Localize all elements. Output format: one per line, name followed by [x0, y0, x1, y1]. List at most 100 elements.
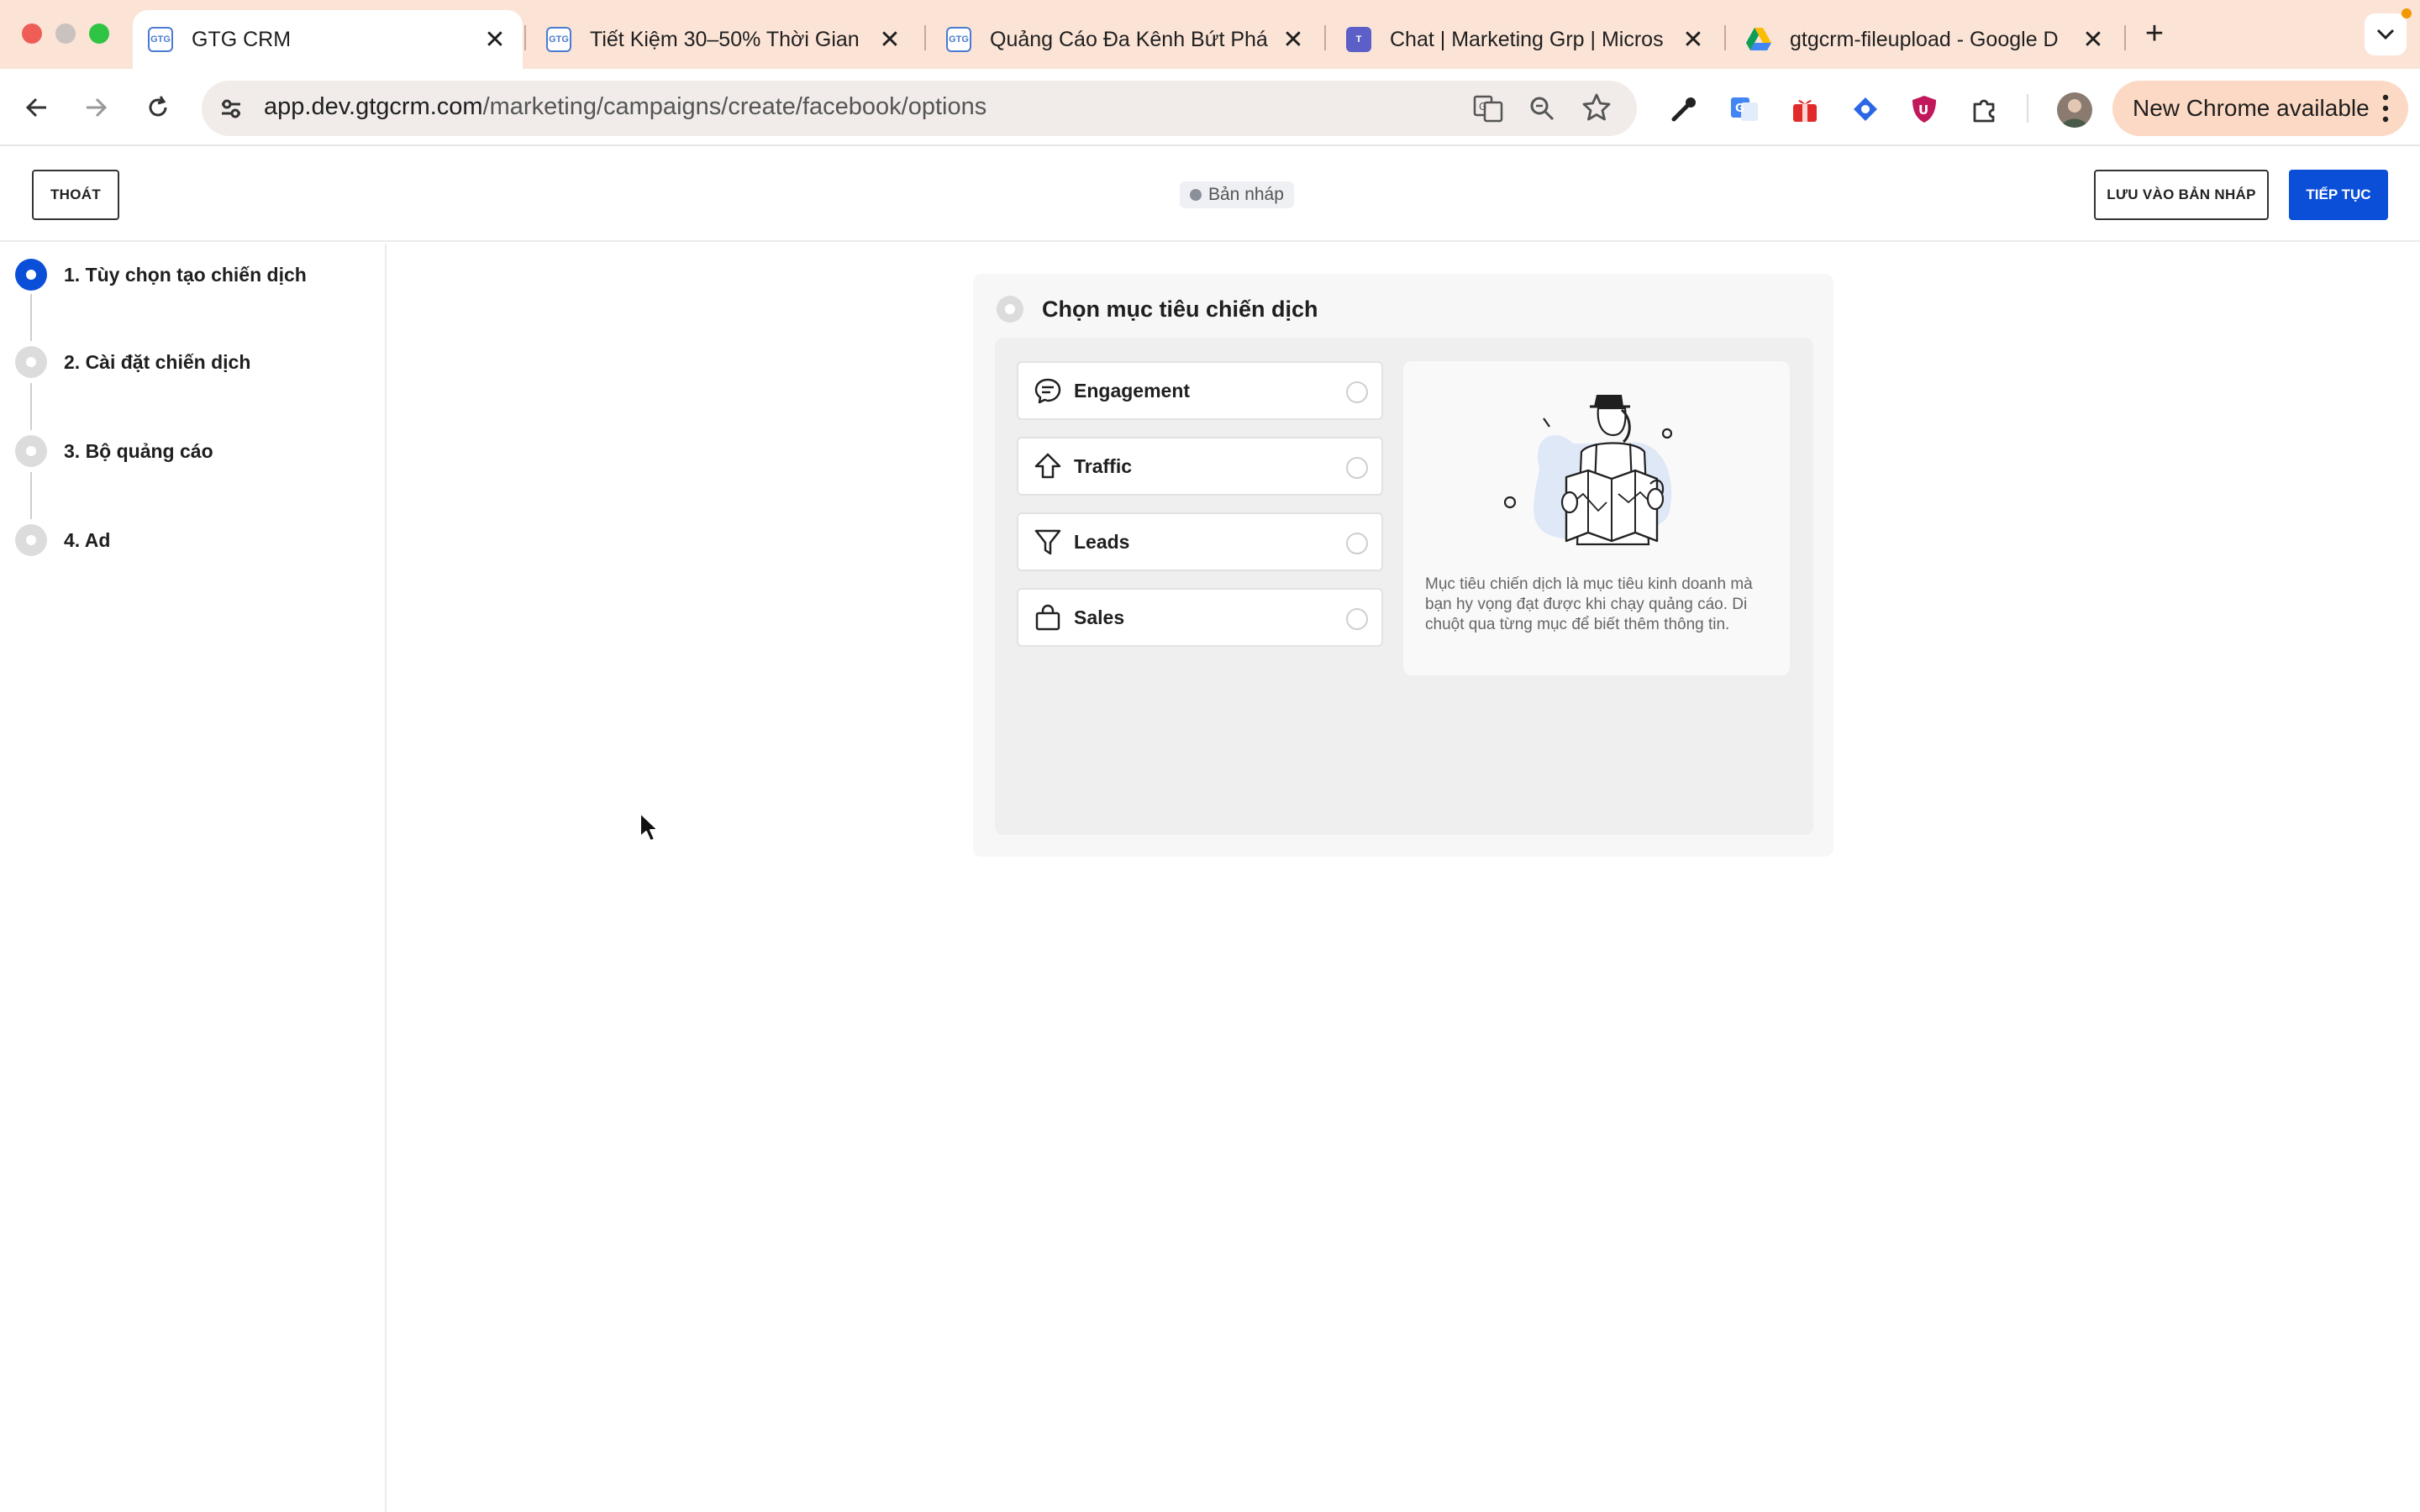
- option-radio[interactable]: [1346, 457, 1368, 479]
- eyedropper-extension-icon[interactable]: [1667, 92, 1701, 126]
- browser-tab[interactable]: gtgcrm-fileupload - Google D ✕: [1731, 10, 2121, 69]
- arrow-up-icon: [1034, 452, 1062, 480]
- close-tab-icon[interactable]: ✕: [1281, 25, 1306, 55]
- back-button[interactable]: [17, 87, 57, 128]
- objective-description: Mục tiêu chiến dịch là mục tiêu kinh doa…: [1425, 575, 1753, 633]
- step-connector: [30, 383, 32, 430]
- notification-dot: [2402, 8, 2412, 18]
- gtg-logo-icon: GTG: [148, 27, 173, 52]
- close-window-button[interactable]: [22, 24, 42, 44]
- section-indicator: [997, 296, 1023, 323]
- google-translate-extension-icon[interactable]: G: [1728, 92, 1761, 126]
- card-header: Chọn mục tiêu chiến dịch: [997, 296, 1318, 323]
- tab-title: Chat | Marketing Grp | Micros: [1390, 27, 1664, 51]
- kebab-menu-icon[interactable]: [2381, 92, 2390, 124]
- browser-tab[interactable]: GTG Quảng Cáo Đa Kênh Bứt Phá ✕: [931, 10, 1321, 69]
- objective-option-engagement[interactable]: Engagement: [1017, 361, 1383, 420]
- tab-title: Quảng Cáo Đa Kênh Bứt Phá: [990, 27, 1268, 51]
- step-sidebar: 1. Tùy chọn tạo chiến dịch 2. Cài đặt ch…: [0, 244, 387, 1512]
- url-text: app.dev.gtgcrm.com/marketing/campaigns/c…: [264, 93, 986, 121]
- forward-button[interactable]: [76, 87, 116, 128]
- new-chrome-label: New Chrome available: [2133, 95, 2370, 121]
- funnel-icon: [1034, 528, 1062, 556]
- maximize-window-button[interactable]: [89, 24, 109, 44]
- tab-title: gtgcrm-fileupload - Google D: [1790, 27, 2059, 51]
- status-label: Bản nháp: [1208, 185, 1284, 204]
- continue-button[interactable]: TIẾP TỤC: [2289, 170, 2388, 220]
- status-dot: [1190, 189, 1202, 201]
- option-label: Traffic: [1074, 454, 1133, 477]
- browser-tab[interactable]: GTG GTG CRM ✕: [133, 10, 523, 69]
- objective-info-panel: Mục tiêu chiến dịch là mục tiêu kinh doa…: [1403, 361, 1790, 675]
- person-reading-map-illustration: [1503, 395, 1673, 546]
- extensions-puzzle-icon[interactable]: [1968, 92, 2002, 126]
- objective-option-sales[interactable]: Sales: [1017, 588, 1383, 647]
- reload-button[interactable]: [138, 87, 178, 128]
- arrow-left-icon: [25, 97, 46, 118]
- new-chrome-available-button[interactable]: New Chrome available: [2112, 81, 2408, 136]
- card-title: Chọn mục tiêu chiến dịch: [1042, 296, 1318, 322]
- teams-icon: T: [1346, 27, 1371, 52]
- svg-text:G: G: [1479, 101, 1486, 113]
- tab-separator: [924, 25, 926, 50]
- objective-option-traffic[interactable]: Traffic: [1017, 437, 1383, 496]
- browser-tab[interactable]: T Chat | Marketing Grp | Micros ✕: [1331, 10, 1721, 69]
- step-indicator: [15, 259, 47, 291]
- tab-separator: [524, 25, 526, 50]
- shopping-bag-icon: [1034, 603, 1062, 632]
- step-item[interactable]: 4. Ad: [15, 524, 110, 556]
- save-draft-button[interactable]: LƯU VÀO BẢN NHÁP: [2094, 170, 2269, 220]
- step-connector: [30, 472, 32, 519]
- close-tab-icon[interactable]: ✕: [2081, 25, 2106, 55]
- close-tab-icon[interactable]: ✕: [482, 25, 508, 55]
- objective-option-leads[interactable]: Leads: [1017, 512, 1383, 571]
- step-connector: [30, 294, 32, 341]
- app-header: THOÁT Bản nháp LƯU VÀO BẢN NHÁP TIẾP TỤC: [0, 148, 2420, 242]
- step-item[interactable]: 1. Tùy chọn tạo chiến dịch: [15, 259, 307, 291]
- exit-button[interactable]: THOÁT: [32, 170, 119, 220]
- option-label: Sales: [1074, 606, 1125, 628]
- option-radio[interactable]: [1346, 608, 1368, 630]
- tab-title: Tiết Kiệm 30–50% Thời Gian: [590, 27, 860, 51]
- option-radio[interactable]: [1346, 381, 1368, 403]
- minimize-window-button[interactable]: [55, 24, 76, 44]
- gift-extension-icon[interactable]: [1788, 92, 1822, 126]
- url-host: app.dev.gtgcrm.com: [264, 93, 483, 120]
- toolbar-divider: [2027, 94, 2028, 123]
- objective-panel: Engagement Traffic Leads Sales Mục tiêu …: [995, 338, 1813, 835]
- status-badge: Bản nháp: [1180, 181, 1294, 208]
- tab-separator: [2124, 25, 2126, 50]
- tab-separator: [1324, 25, 1326, 50]
- gtg-logo-icon: GTG: [946, 27, 971, 52]
- campaign-objective-card: Chọn mục tiêu chiến dịch Engagement Traf…: [973, 274, 1833, 857]
- step-label: 3. Bộ quảng cáo: [64, 439, 213, 462]
- step-label: 1. Tùy chọn tạo chiến dịch: [64, 263, 307, 286]
- chevron-down-icon: [2376, 29, 2395, 40]
- close-tab-icon[interactable]: ✕: [1681, 25, 1706, 55]
- mouse-cursor-icon: [639, 812, 659, 842]
- tab-search-button[interactable]: [2365, 13, 2407, 55]
- tab-separator: [1724, 25, 1726, 50]
- tag-extension-icon[interactable]: [1849, 92, 1882, 126]
- browser-tab[interactable]: GTG Tiết Kiệm 30–50% Thời Gian ✕: [531, 10, 918, 69]
- step-indicator: [15, 435, 47, 467]
- close-tab-icon[interactable]: ✕: [877, 25, 902, 55]
- step-item[interactable]: 3. Bộ quảng cáo: [15, 435, 213, 467]
- zoom-icon[interactable]: [1528, 94, 1556, 123]
- translate-icon[interactable]: G: [1472, 92, 1504, 124]
- profile-avatar[interactable]: [2057, 92, 2092, 128]
- new-tab-button[interactable]: +: [2138, 17, 2171, 50]
- bookmark-star-icon[interactable]: [1581, 92, 1612, 123]
- arrow-right-icon: [87, 97, 108, 118]
- google-drive-icon: [1746, 27, 1771, 52]
- chat-bubble-icon: [1034, 376, 1062, 405]
- step-item[interactable]: 2. Cài đặt chiến dịch: [15, 346, 250, 378]
- site-settings-icon[interactable]: [217, 94, 245, 123]
- url-path: /marketing/campaigns/create/facebook/opt…: [482, 93, 987, 120]
- option-radio[interactable]: [1346, 533, 1368, 554]
- ublock-shield-icon[interactable]: U: [1907, 92, 1941, 126]
- address-bar[interactable]: app.dev.gtgcrm.com/marketing/campaigns/c…: [202, 81, 1637, 136]
- gtg-logo-icon: GTG: [546, 27, 571, 52]
- svg-text:G: G: [1735, 102, 1744, 115]
- step-label: 4. Ad: [64, 528, 111, 551]
